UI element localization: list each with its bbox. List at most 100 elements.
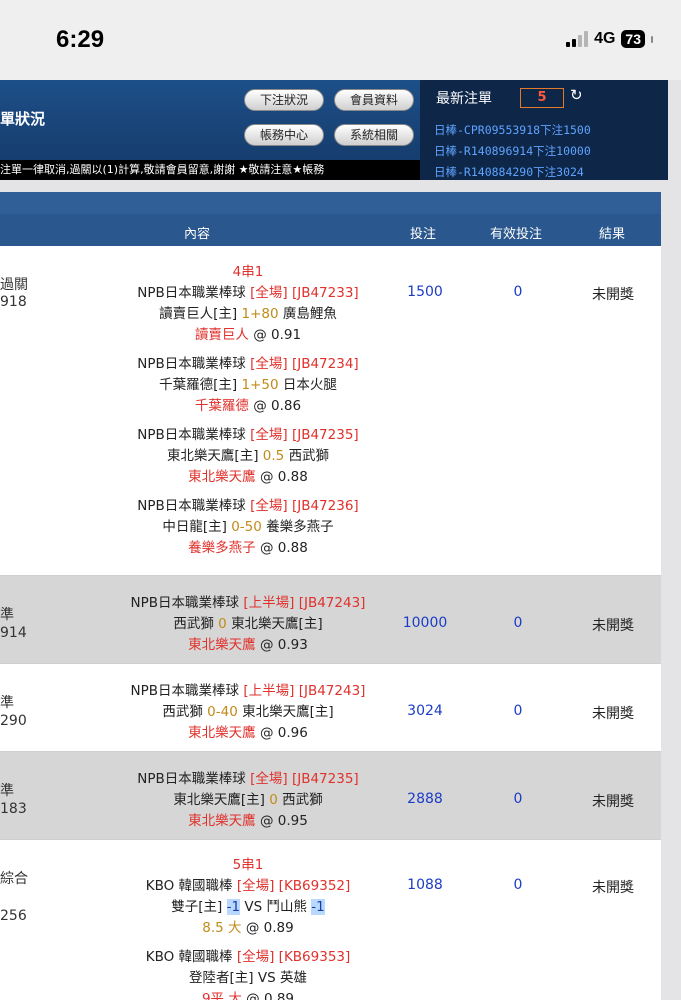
leg-header: NPB日本職業棒球 [全場] [JB47233] [50, 283, 446, 304]
leg-pick: 9平 大 @ 0.89 [50, 989, 446, 1000]
odds: @ 0.89 [245, 920, 294, 936]
bet-type: 綜合 [0, 871, 28, 887]
bet-id-fragment: 290 [0, 713, 27, 729]
leg-pick: 養樂多燕子 @ 0.88 [50, 538, 446, 559]
leg-pick: 8.5 大 @ 0.89 [50, 918, 446, 939]
effective-value: 0 [513, 877, 523, 893]
bet-status-button[interactable]: 下注狀況 [244, 89, 324, 111]
leg-header: NPB日本職業棒球 [全場] [JB47234] [50, 354, 446, 375]
league-name: NPB日本職業棒球 [130, 595, 240, 611]
leg-teams: 雙子[主] -1 VS 鬥山熊 -1 [50, 897, 446, 918]
effective-value: 0 [513, 791, 523, 807]
table-header-band [0, 192, 661, 214]
period: [全場] [250, 356, 288, 372]
separator [0, 180, 681, 192]
bet-id-fragment: 256 [0, 908, 27, 924]
odds: @ 0.93 [259, 637, 308, 653]
period: [全場] [236, 949, 275, 965]
pick: 東北樂天鷹 [188, 469, 256, 485]
bet-content: 4串1 NPB日本職業棒球 [全場] [JB47233] 讀賣巨人[主] 1+8… [50, 262, 446, 559]
line: 1+80 [241, 306, 279, 322]
leg-teams: 讀賣巨人[主] 1+80 廣島鯉魚 [50, 304, 446, 325]
leg-teams: 東北樂天鷹[主] 0.5 西武獅 [50, 446, 446, 467]
home-team: 西武獅 [162, 704, 203, 720]
battery-nub [651, 35, 653, 43]
right-margin [661, 192, 681, 1000]
leg-header: KBO 韓國職棒 [全場] [KB69352] [50, 876, 446, 897]
bet-content: 5串1 KBO 韓國職棒 [全場] [KB69352] 雙子[主] -1 VS … [50, 855, 446, 1000]
match-code: [JB47235] [291, 427, 359, 443]
pick: 東北樂天鷹 [188, 725, 256, 741]
line: 0-50 [231, 519, 262, 535]
leg-teams: 西武獅 0 東北樂天鷹[主] [50, 614, 446, 635]
league-name: NPB日本職業棒球 [130, 683, 240, 699]
period: [全場] [250, 771, 288, 787]
home-team: 東北樂天鷹[主] [166, 448, 259, 464]
bet-content: NPB日本職業棒球 [全場] [JB47235] 東北樂天鷹[主] 0 西武獅 … [50, 769, 446, 832]
away-team: 英雄 [279, 970, 307, 986]
line: 0.5 [262, 448, 285, 464]
table-row: 綜合 256 5串1 KBO 韓國職棒 [全場] [KB69352] 雙子[主]… [0, 840, 661, 1000]
result-value: 未開獎 [592, 794, 634, 810]
bet-type: 準 [0, 607, 14, 623]
bet-type: 準 [0, 783, 14, 799]
league-name: KBO 韓國職棒 [145, 949, 233, 965]
leg-header: NPB日本職業棒球 [上半場] [JB47243] [50, 681, 446, 702]
away-team: 東北樂天鷹[主] [231, 616, 323, 632]
account-center-button[interactable]: 帳務中心 [244, 124, 324, 146]
line: 0 [269, 792, 278, 808]
system-button[interactable]: 系統相關 [334, 124, 414, 146]
parlay-label: 5串1 [232, 857, 264, 873]
recent-bets-panel: 最新注單 5 ↻ 日棒-CPR09553918下注1500 日棒-R140896… [420, 80, 668, 180]
parlay-label: 4串1 [232, 264, 264, 280]
leg-teams: 千葉羅德[主] 1+50 日本火腿 [50, 375, 446, 396]
line: 1+50 [241, 377, 279, 393]
vs-label: VS [257, 970, 276, 986]
match-code: [JB47235] [291, 771, 359, 787]
league-name: NPB日本職業棒球 [137, 285, 246, 301]
bet-id-fragment: 183 [0, 801, 27, 817]
period: [全場] [250, 285, 288, 301]
recent-bet-item[interactable]: 日棒-R140884290下注3024 [434, 164, 584, 180]
leg-pick: 東北樂天鷹 @ 0.88 [50, 467, 446, 488]
pick: 東北樂天鷹 [188, 637, 256, 653]
away-team: 西武獅 [288, 448, 330, 464]
page-title: 單狀況 [0, 110, 46, 128]
odds: @ 0.95 [259, 813, 308, 829]
stake-value: 3024 [407, 703, 443, 719]
odds: @ 0.88 [259, 540, 308, 556]
result-value: 未開獎 [592, 706, 634, 722]
header-effective: 有效投注 [490, 227, 543, 242]
effective-value: 0 [513, 703, 523, 719]
refresh-icon[interactable]: ↻ [570, 86, 583, 104]
period: [上半場] [243, 683, 295, 699]
stake-value: 2888 [407, 791, 443, 807]
league-name: NPB日本職業棒球 [137, 498, 246, 514]
header-stake: 投注 [410, 227, 437, 242]
header-content: 內容 [184, 227, 211, 242]
leg-header: KBO 韓國職棒 [全場] [KB69353] [50, 947, 446, 968]
period: [全場] [250, 427, 288, 443]
period: [全場] [250, 498, 288, 514]
leg-header: NPB日本職業棒球 [上半場] [JB47243] [50, 593, 446, 614]
home-team: 東北樂天鷹[主] [173, 792, 265, 808]
recent-bet-item[interactable]: 日棒-CPR09553918下注1500 [434, 122, 591, 138]
pick: 8.5 大 [202, 920, 242, 936]
line: 0 [218, 616, 227, 632]
table-row: 過關 918 4串1 NPB日本職業棒球 [全場] [JB47233] 讀賣巨人… [0, 246, 661, 576]
leg-teams: 登陸者[主] VS 英雄 [50, 968, 446, 989]
bet-content: NPB日本職業棒球 [上半場] [JB47243] 西武獅 0-40 東北樂天鷹… [50, 681, 446, 744]
league-name: NPB日本職業棒球 [137, 427, 246, 443]
match-code: [JB47233] [291, 285, 359, 301]
bet-content: NPB日本職業棒球 [上半場] [JB47243] 西武獅 0 東北樂天鷹[主]… [50, 593, 446, 656]
recent-bet-item[interactable]: 日棒-R140896914下注10000 [434, 143, 591, 159]
leg-pick: 千葉羅德 @ 0.86 [50, 396, 446, 417]
signal-icon [566, 31, 589, 47]
member-info-button[interactable]: 會員資料 [334, 89, 414, 111]
effective-value: 0 [513, 615, 523, 631]
network-label: 4G [594, 30, 616, 47]
table-header: 內容 投注 有效投注 結果 [0, 214, 661, 246]
league-name: KBO 韓國職棒 [145, 878, 233, 894]
home-team: 雙子[主] [171, 899, 223, 915]
leg-teams: 中日龍[主] 0-50 養樂多燕子 [50, 517, 446, 538]
